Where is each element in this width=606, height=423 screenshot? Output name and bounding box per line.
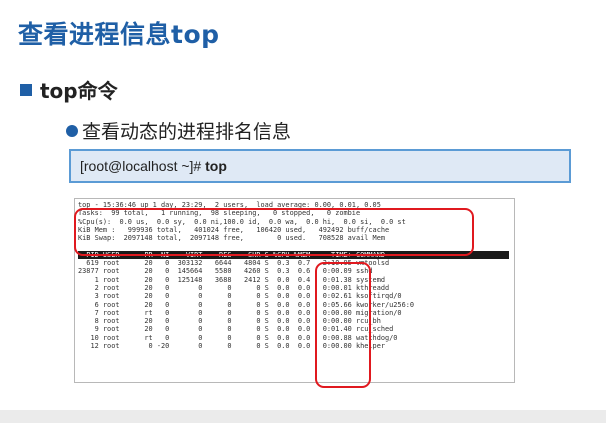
footer-bar [0,410,606,423]
bullet-level2: 查看动态的进程排名信息 [66,117,291,144]
bullet-level1: top命令 [20,75,118,104]
bullet-level2-text: 查看动态的进程排名信息 [82,121,292,143]
command-box: [root@localhost ~]# top [69,149,571,183]
round-bullet-icon [66,124,78,137]
command-prompt: [root@localhost ~]# [80,158,206,174]
bullet-level1-text: top命令 [40,79,118,103]
cpu-mem-highlight-box [315,262,371,388]
command-name: top [205,158,227,174]
slide: 查看进程信息top top命令 查看动态的进程排名信息 [root@localh… [0,0,606,423]
summary-highlight-box [74,208,474,256]
slide-title: 查看进程信息top [18,20,220,49]
square-bullet-icon [20,83,32,96]
